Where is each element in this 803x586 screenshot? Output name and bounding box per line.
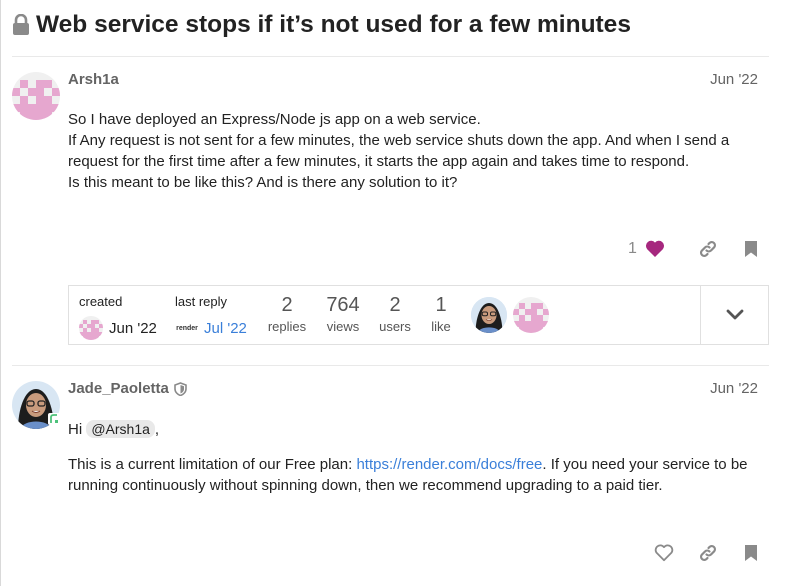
post1-paragraph: So I have deployed an Express/Node js ap… <box>68 111 481 128</box>
participant-avatar-jade[interactable] <box>471 297 507 333</box>
topic-map: created Jun '22 last reply render Jul '2… <box>68 285 769 345</box>
identicon-image <box>513 297 549 333</box>
title-divider <box>12 56 769 57</box>
stat-num: 2 <box>281 294 293 316</box>
person-photo-image <box>471 297 507 333</box>
post1-username[interactable]: Arsh1a <box>68 71 119 88</box>
link-icon <box>700 241 716 257</box>
chevron-down-icon <box>726 309 743 320</box>
last-reply-label: last reply <box>175 294 228 309</box>
last-reply-value: render Jul '22 <box>175 316 247 340</box>
stat-num: 1 <box>435 294 447 316</box>
created-date: Jun '22 <box>109 319 157 337</box>
left-border <box>0 0 1 586</box>
post1-bookmark-button[interactable] <box>737 235 765 263</box>
post2-like-button[interactable] <box>650 539 678 567</box>
render-badge <box>48 413 60 425</box>
post1-paragraph: Is this meant to be like this? And is th… <box>68 174 458 191</box>
participant-avatar-arsh1a[interactable] <box>513 297 549 333</box>
created-value: Jun '22 <box>79 316 157 340</box>
post1-like-button[interactable]: 1 <box>628 235 665 263</box>
post1-date[interactable]: Jun '22 <box>710 71 758 88</box>
bookmark-icon <box>745 241 757 257</box>
topic-title-text: Web service stops if it’s not used for a… <box>36 11 631 38</box>
topic-title: Web service stops if it’s not used for a… <box>12 8 631 42</box>
last-reply-date: Jul '22 <box>204 319 247 337</box>
post2-copy-link-button[interactable] <box>694 539 722 567</box>
topic-map-expand-button[interactable] <box>700 286 768 344</box>
greeting-text: Hi <box>68 421 83 438</box>
render-avatar[interactable]: render <box>175 316 199 340</box>
stat-likes: 1 like <box>421 294 461 334</box>
lock-icon <box>13 14 29 35</box>
post-divider <box>12 365 769 366</box>
stat-label: replies <box>267 319 307 334</box>
post2-paragraph: This is a current limitation of our Free… <box>68 454 758 496</box>
stat-replies: 2 replies <box>259 294 315 334</box>
user-mention-link[interactable]: @Arsh1a <box>86 420 155 438</box>
link-icon <box>700 545 716 561</box>
post1-paragraph: If Any request is not sent for a few min… <box>68 132 730 170</box>
post1-copy-link-button[interactable] <box>694 235 722 263</box>
post2-greeting: Hi @Arsh1a, <box>68 417 758 441</box>
stat-users: 2 users <box>371 294 419 334</box>
greeting-end: , <box>154 421 160 438</box>
stat-label: like <box>431 319 451 334</box>
post1-body: So I have deployed an Express/Node js ap… <box>68 109 758 193</box>
stat-num: 764 <box>326 294 360 316</box>
post2-date[interactable]: Jun '22 <box>710 380 758 397</box>
heart-filled-icon <box>645 240 664 257</box>
stat-views: 764 views <box>319 294 367 334</box>
stat-label: views <box>326 319 360 334</box>
render-badge-icon <box>50 414 58 423</box>
post2-bookmark-button[interactable] <box>737 539 765 567</box>
stat-num: 2 <box>389 294 401 316</box>
post2-username[interactable]: Jade_Paoletta <box>68 380 187 397</box>
stat-label: users <box>379 319 411 334</box>
render-logo-text: render <box>176 324 198 332</box>
avatar-arsh1a[interactable] <box>12 72 60 120</box>
like-count: 1 <box>628 240 637 257</box>
heart-outline-icon <box>654 544 674 562</box>
identicon-image <box>12 72 60 120</box>
bookmark-icon <box>745 545 757 561</box>
avatar-arsh1a-small[interactable] <box>79 316 103 340</box>
created-label: created <box>79 294 123 309</box>
post2-body: Hi @Arsh1a, This is a current limitation… <box>68 417 758 496</box>
paragraph-start: This is a current limitation of our Free… <box>68 456 357 473</box>
post2-username-text: Jade_Paoletta <box>68 380 169 397</box>
shield-icon <box>174 381 187 396</box>
free-plan-docs-link[interactable]: https://render.com/docs/free <box>356 456 542 473</box>
